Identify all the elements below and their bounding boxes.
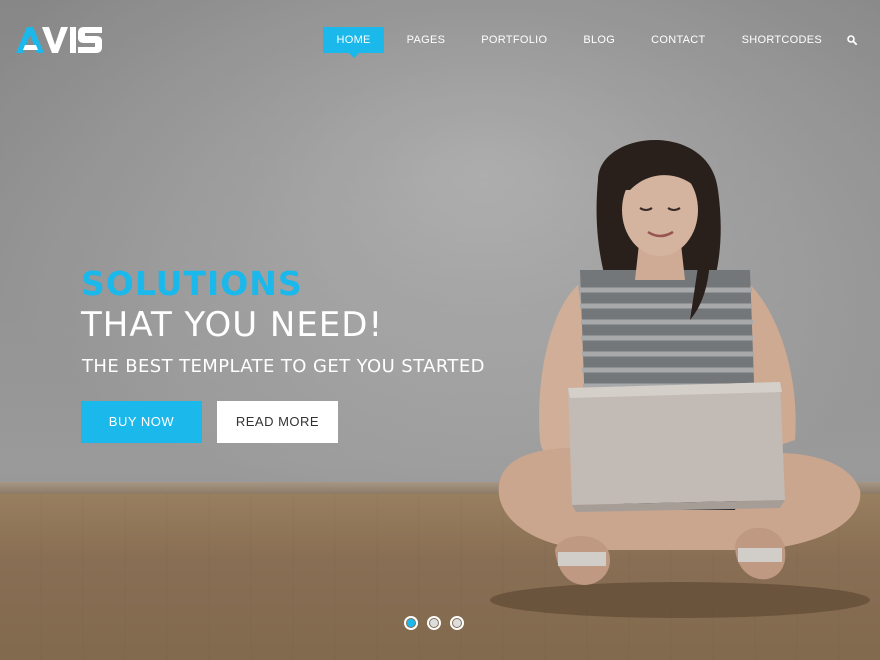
slider-pagination (404, 616, 464, 630)
nav-item-shortcodes[interactable]: SHORTCODES (724, 27, 840, 53)
nav-item-portfolio[interactable]: PORTFOLIO (463, 27, 565, 53)
slider-dot-2[interactable] (427, 616, 441, 630)
hero-headline-main: THAT YOU NEED! (81, 305, 384, 345)
read-more-button[interactable]: READ MORE (217, 401, 338, 443)
buy-now-button[interactable]: BUY NOW (81, 401, 202, 443)
search-icon (847, 35, 857, 45)
slider-dot-fill (453, 619, 461, 627)
slider-dot-fill (430, 619, 438, 627)
main-nav: HOME PAGES PORTFOLIO BLOG CONTACT SHORTC… (323, 27, 862, 58)
hero-headline-accent: SOLUTIONS (81, 264, 303, 303)
slider-dot-3[interactable] (450, 616, 464, 630)
avis-logo-icon (16, 27, 102, 53)
nav-item-contact[interactable]: CONTACT (633, 27, 723, 53)
search-button[interactable] (842, 27, 862, 53)
nav-item-pages[interactable]: PAGES (389, 27, 464, 53)
slider-dot-1[interactable] (404, 616, 418, 630)
slider-dot-fill (407, 619, 415, 627)
hero-subheadline: THE BEST TEMPLATE TO GET YOU STARTED (82, 356, 485, 377)
brand-logo[interactable]: AVIS (16, 24, 104, 56)
nav-item-blog[interactable]: BLOG (565, 27, 633, 53)
nav-item-home[interactable]: HOME (323, 27, 384, 58)
